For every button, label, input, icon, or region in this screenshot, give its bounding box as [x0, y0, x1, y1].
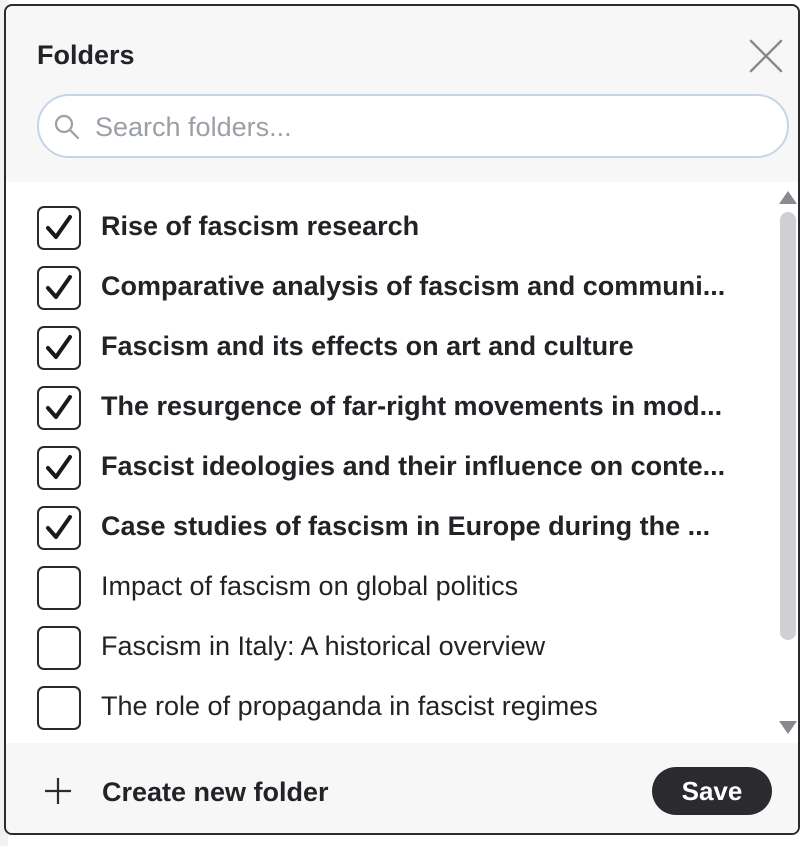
search-icon: [54, 114, 80, 140]
folder-label: Comparative analysis of fascism and comm…: [101, 271, 726, 301]
checkmark-icon: [46, 275, 72, 299]
checkmark-icon: [46, 395, 72, 419]
folder-row[interactable]: The role of propaganda in fascist regime…: [6, 678, 766, 738]
create-new-folder-button[interactable]: Create new folder: [42, 771, 342, 811]
folder-row[interactable]: Fascist ideologies and their influence o…: [6, 438, 766, 498]
folder-checkbox[interactable]: [37, 686, 81, 730]
folder-label: Fascist ideologies and their influence o…: [101, 451, 726, 481]
dialog-footer: Create new folder Save: [6, 743, 798, 833]
checkmark-icon: [46, 515, 72, 539]
folder-label: Rise of fascism research: [101, 211, 420, 241]
folder-checkbox[interactable]: [37, 386, 81, 430]
folder-checkbox[interactable]: [37, 266, 81, 310]
scrollbar-thumb[interactable]: [780, 212, 796, 640]
folder-row[interactable]: Fascism in Italy: A historical overview: [6, 618, 766, 678]
save-button[interactable]: Save: [652, 767, 772, 815]
dialog-header: Folders: [6, 6, 798, 182]
create-new-folder-label: Create new folder: [102, 777, 329, 807]
folder-checkbox[interactable]: [37, 626, 81, 670]
plus-icon: [45, 778, 71, 804]
search-input[interactable]: [93, 104, 767, 150]
folder-checkbox[interactable]: [37, 326, 81, 370]
folder-checkbox[interactable]: [37, 506, 81, 550]
folder-list: Rise of fascism research Comparative anal…: [6, 182, 798, 743]
folder-row[interactable]: Impact of fascism on global politics: [6, 558, 766, 618]
checkmark-icon: [46, 455, 72, 479]
checkmark-icon: [46, 215, 72, 239]
search-box: [37, 94, 789, 158]
folder-checkbox[interactable]: [37, 446, 81, 490]
folder-row[interactable]: Fascism and its effects on art and cultu…: [6, 318, 766, 378]
close-icon: [749, 39, 783, 73]
folder-row[interactable]: Case studies of fascism in Europe during…: [6, 498, 766, 558]
folder-row[interactable]: Rise of fascism research: [6, 198, 766, 258]
folder-label: Case studies of fascism in Europe during…: [101, 511, 711, 541]
dialog-title: Folders: [37, 40, 135, 70]
folder-label: Impact of fascism on global politics: [101, 571, 519, 601]
folder-checkbox[interactable]: [37, 206, 81, 250]
folder-label: The role of propaganda in fascist regime…: [101, 691, 598, 721]
folder-row[interactable]: The resurgence of far-right movements in…: [6, 378, 766, 438]
folder-label: The resurgence of far-right movements in…: [101, 391, 723, 421]
folder-label: Fascism and its effects on art and cultu…: [101, 331, 634, 361]
folder-row[interactable]: Comparative analysis of fascism and comm…: [6, 258, 766, 318]
checkmark-icon: [46, 335, 72, 359]
folder-checkbox[interactable]: [37, 566, 81, 610]
scroll-up-arrow-icon[interactable]: [778, 190, 798, 206]
folders-dialog: Folders Rise of fascism research Comparat…: [4, 4, 800, 835]
scroll-down-arrow-icon[interactable]: [778, 719, 798, 735]
folder-label: Fascism in Italy: A historical overview: [101, 631, 546, 661]
close-button[interactable]: [744, 34, 788, 78]
